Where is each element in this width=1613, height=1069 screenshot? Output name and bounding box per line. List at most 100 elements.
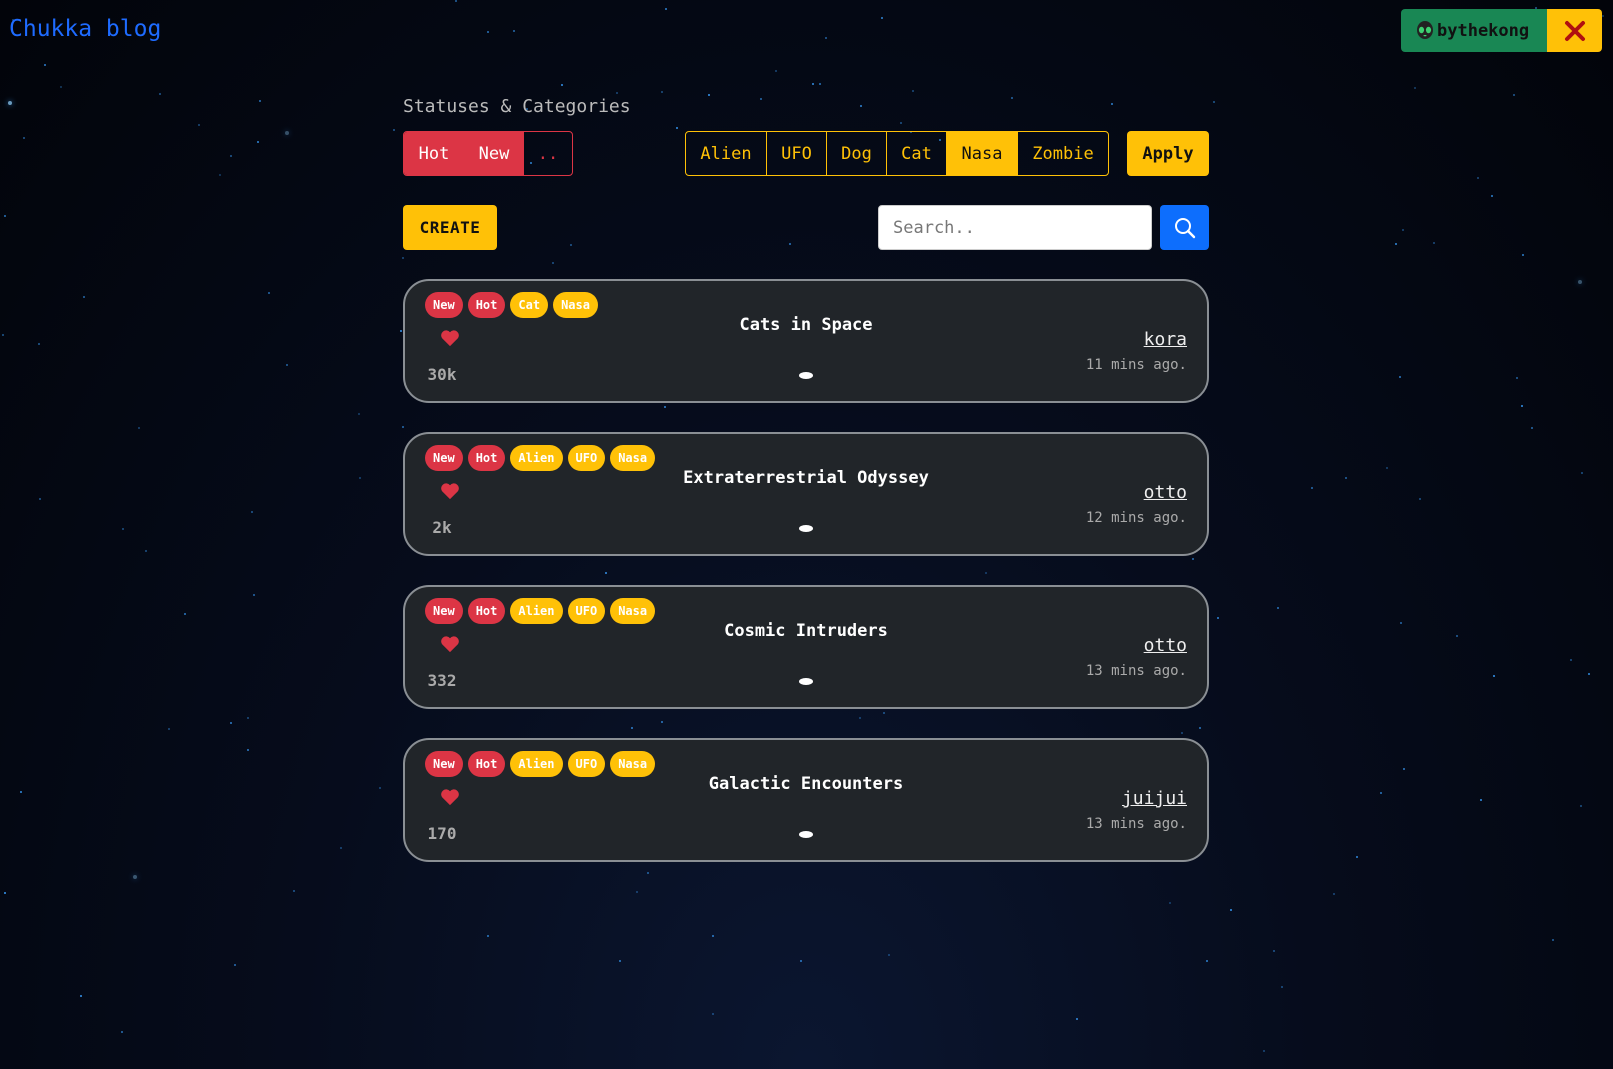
post-author-link[interactable]: juijui xyxy=(1122,788,1187,809)
star-dot xyxy=(402,257,404,259)
ufo-icon xyxy=(799,372,813,379)
star-dot xyxy=(636,891,638,893)
star-dot xyxy=(293,890,295,892)
post-title: Cosmic Intruders xyxy=(724,621,888,641)
create-button[interactable]: CREATE xyxy=(403,205,497,250)
star-dot xyxy=(1345,477,1347,479)
star-dot xyxy=(712,1013,714,1015)
star-dot xyxy=(198,124,200,126)
star-dot xyxy=(1552,939,1554,941)
star-dot xyxy=(661,91,663,93)
status-toggle-more[interactable]: .. xyxy=(524,132,572,175)
user-menu: bythekong xyxy=(1401,9,1602,52)
ufo-icon xyxy=(799,831,813,838)
star-dot xyxy=(570,244,572,246)
star-dot xyxy=(60,86,62,88)
post-card[interactable]: New Hot Alien UFO Nasa 2k Extraterrestri… xyxy=(403,432,1209,556)
category-toggle-alien[interactable]: Alien xyxy=(686,132,767,175)
star-dot xyxy=(1230,909,1232,911)
post-card[interactable]: New Hot Cat Nasa 30k Cats in Space kora … xyxy=(403,279,1209,403)
star-dot xyxy=(708,94,710,96)
star-dot xyxy=(1399,376,1401,378)
post-author-link[interactable]: otto xyxy=(1144,635,1187,656)
star-dot xyxy=(4,892,6,894)
search-input[interactable] xyxy=(878,205,1152,250)
star-dot xyxy=(1386,467,1388,469)
star-dot xyxy=(1402,229,1404,231)
star-dot xyxy=(39,498,41,500)
star-dot xyxy=(900,122,902,124)
username: bythekong xyxy=(1437,20,1530,41)
close-x-icon xyxy=(1564,20,1585,41)
category-toggle-nasa[interactable]: Nasa xyxy=(947,132,1018,175)
star-dot xyxy=(825,37,827,39)
star-dot xyxy=(1277,607,1279,609)
category-toggle-dog[interactable]: Dog xyxy=(827,132,887,175)
star-dot xyxy=(247,749,249,751)
post-author-link[interactable]: otto xyxy=(1144,482,1187,503)
star-dot xyxy=(1581,472,1583,474)
star-dot xyxy=(1588,673,1590,675)
star-dot xyxy=(251,511,253,513)
star-dot xyxy=(1273,950,1275,952)
user-button[interactable]: bythekong xyxy=(1401,9,1547,52)
category-toggle-zombie[interactable]: Zombie xyxy=(1018,132,1108,175)
star-dot xyxy=(664,406,666,408)
star-dot xyxy=(800,960,802,962)
category-toggle-cat[interactable]: Cat xyxy=(887,132,947,175)
star-dot xyxy=(1480,799,1482,801)
star-dot xyxy=(402,426,404,428)
star-dot xyxy=(455,0,457,2)
star-dot xyxy=(1602,15,1604,17)
star-dot xyxy=(1578,280,1582,284)
star-dot xyxy=(400,330,402,332)
star-dot xyxy=(1570,659,1572,661)
star-dot xyxy=(1513,94,1515,96)
status-toggle-new[interactable]: New xyxy=(464,132,524,175)
star-dot xyxy=(1516,377,1518,379)
post-card[interactable]: New Hot Alien UFO Nasa 332 Cosmic Intrud… xyxy=(403,585,1209,709)
star-dot xyxy=(1169,902,1171,904)
star-dot xyxy=(1192,558,1194,560)
alien-icon xyxy=(1417,20,1433,39)
star-dot xyxy=(257,141,259,143)
apply-button[interactable]: Apply xyxy=(1127,131,1209,176)
star-dot xyxy=(487,31,489,33)
star-dot xyxy=(1531,427,1533,429)
star-dot xyxy=(80,995,82,997)
search-button[interactable] xyxy=(1160,205,1209,250)
star-dot xyxy=(138,427,140,429)
star-dot xyxy=(1356,856,1358,858)
star-dot xyxy=(23,137,25,139)
star-dot xyxy=(561,84,563,86)
ufo-icon xyxy=(799,525,813,532)
category-toggle-ufo[interactable]: UFO xyxy=(767,132,827,175)
star-dot xyxy=(359,477,361,479)
star-dot xyxy=(888,954,890,956)
star-dot xyxy=(552,262,554,264)
star-dot xyxy=(20,791,22,793)
star-dot xyxy=(122,528,124,530)
ufo-icon xyxy=(799,678,813,685)
post-author-link[interactable]: kora xyxy=(1144,329,1187,350)
star-dot xyxy=(230,155,232,157)
star-dot xyxy=(1522,254,1524,256)
category-filter-group: Alien UFO Dog Cat Nasa Zombie xyxy=(685,131,1109,176)
star-dot xyxy=(881,17,883,19)
star-dot xyxy=(2,334,4,336)
star-dot xyxy=(159,93,161,95)
star-dot xyxy=(1311,487,1313,489)
star-dot xyxy=(247,717,249,719)
star-dot xyxy=(631,727,633,729)
status-toggle-hot[interactable]: Hot xyxy=(404,132,464,175)
star-dot xyxy=(616,92,618,94)
star-dot xyxy=(661,721,663,723)
logout-button[interactable] xyxy=(1547,9,1602,52)
star-dot xyxy=(760,98,762,100)
star-dot xyxy=(775,70,777,72)
star-dot xyxy=(285,131,289,135)
brand-logo[interactable]: Chukka blog xyxy=(9,16,161,42)
post-card[interactable]: New Hot Alien UFO Nasa 170 Galactic Enco… xyxy=(403,738,1209,862)
star-dot xyxy=(38,343,40,345)
star-dot xyxy=(1076,1018,1078,1020)
